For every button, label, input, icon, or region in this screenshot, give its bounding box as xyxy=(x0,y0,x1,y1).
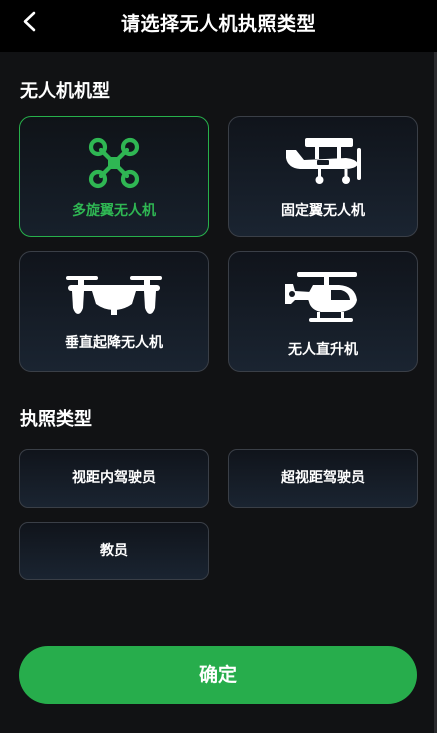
vtol-drone-icon xyxy=(66,276,162,315)
license-option-instructor[interactable]: 教员 xyxy=(19,522,209,580)
drone-type-card-multirotor[interactable]: 多旋翼无人机 xyxy=(19,116,209,237)
confirm-button[interactable]: 确定 xyxy=(19,646,417,704)
drone-type-card-vtol[interactable]: 垂直起降无人机 xyxy=(19,251,209,372)
page-title: 请选择无人机执照类型 xyxy=(120,13,316,35)
multirotor-drone-icon xyxy=(88,137,140,189)
license-option-beyond-visual-line-of-sight[interactable]: 超视距驾驶员 xyxy=(228,449,418,508)
license-type-section-title: 执照类型 xyxy=(20,409,92,430)
fixed-wing-plane-icon xyxy=(286,138,361,184)
drone-type-label: 固定翼无人机 xyxy=(281,203,365,219)
drone-type-label: 无人直升机 xyxy=(288,342,358,358)
drone-type-label: 多旋翼无人机 xyxy=(72,203,156,219)
header-bar: 请选择无人机执照类型 xyxy=(0,0,437,52)
helicopter-icon xyxy=(285,272,357,322)
drone-type-label: 垂直起降无人机 xyxy=(65,335,163,351)
drone-type-section-title: 无人机机型 xyxy=(20,81,110,102)
drone-type-card-helicopter[interactable]: 无人直升机 xyxy=(228,251,418,372)
license-option-visual-line-of-sight[interactable]: 视距内驾驶员 xyxy=(19,449,209,508)
drone-type-card-fixed-wing[interactable]: 固定翼无人机 xyxy=(228,116,418,237)
